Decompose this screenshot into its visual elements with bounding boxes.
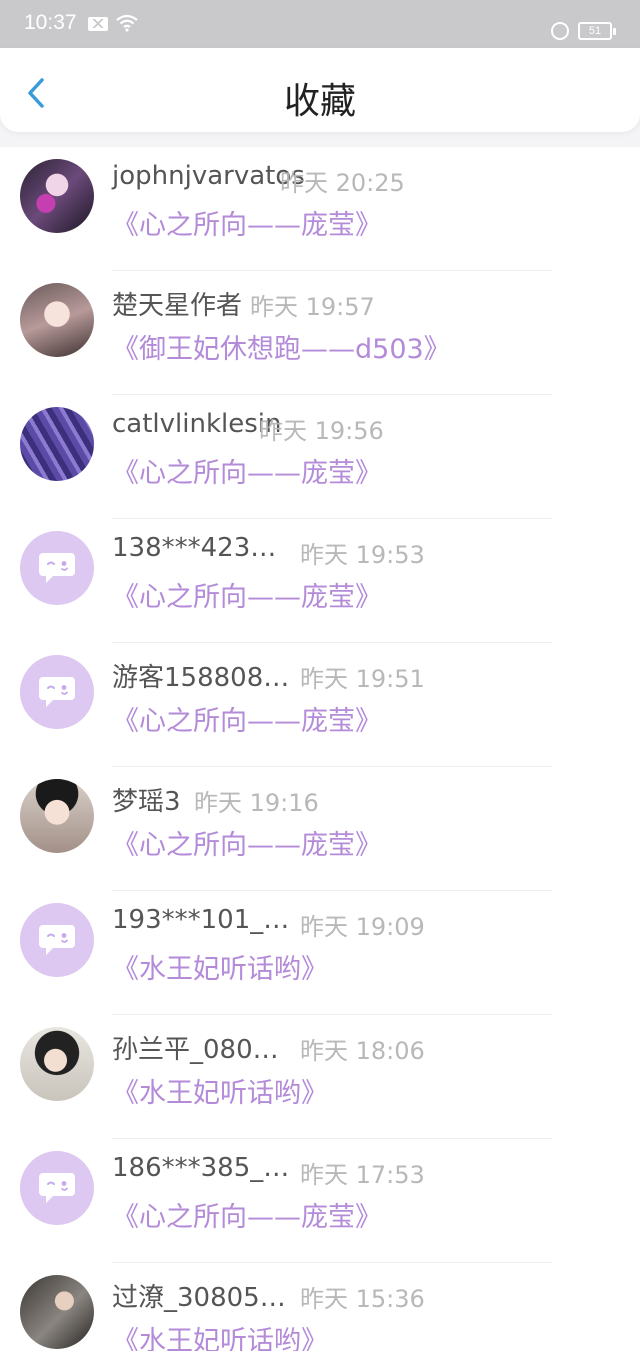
default-avatar <box>20 1151 94 1225</box>
status-bar: 10:37 51 <box>0 0 640 48</box>
status-time: 10:37 <box>24 11 77 34</box>
timestamp: 昨天 19:09 <box>300 913 425 941</box>
default-avatar <box>20 655 94 729</box>
book-title-link[interactable]: 《心之所向——庞莹》 <box>112 699 382 738</box>
user-name: jophnjvarvatos <box>112 161 305 191</box>
timestamp: 昨天 19:53 <box>300 541 425 569</box>
timestamp: 昨天 19:16 <box>194 789 319 817</box>
timestamp: 昨天 18:06 <box>300 1037 425 1065</box>
timestamp: 昨天 19:56 <box>259 417 384 445</box>
timestamp: 昨天 15:36 <box>300 1285 425 1313</box>
list-item[interactable]: catlvlinklesin 昨天 19:56 《心之所向——庞莹》 <box>0 395 640 519</box>
mail-icon <box>88 17 108 31</box>
chat-bubble-icon <box>39 553 75 583</box>
list-item[interactable]: 193***101_… 昨天 19:09 《水王妃听话哟》 <box>0 891 640 1015</box>
chat-bubble-icon <box>39 925 75 955</box>
user-name: 楚天星作者 <box>112 291 243 321</box>
book-title-link[interactable]: 《水王妃听话哟》 <box>112 1319 328 1351</box>
avatar <box>20 1275 94 1349</box>
default-avatar <box>20 531 94 605</box>
user-name: 孙兰平_080… <box>112 1035 279 1065</box>
user-name: 193***101_… <box>112 905 290 935</box>
user-name: 过潦_30805… <box>112 1283 286 1313</box>
book-title-link[interactable]: 《水王妃听话哟》 <box>112 1071 328 1110</box>
battery-icon: 51 <box>578 22 616 40</box>
chat-bubble-icon <box>39 1173 75 1203</box>
timestamp: 昨天 19:51 <box>300 665 425 693</box>
list-item[interactable]: 梦瑶3 昨天 19:16 《心之所向——庞莹》 <box>0 767 640 891</box>
avatar <box>20 779 94 853</box>
header-bar: 收藏 <box>0 48 640 132</box>
default-avatar <box>20 903 94 977</box>
user-name: catlvlinklesin <box>112 409 282 439</box>
list-item[interactable]: 186***385_… 昨天 17:53 《心之所向——庞莹》 <box>0 1139 640 1263</box>
lock-rotation-icon <box>551 22 569 40</box>
list-item[interactable]: 过潦_30805… 昨天 15:36 《水王妃听话哟》 <box>0 1263 640 1351</box>
timestamp: 昨天 19:57 <box>250 293 375 321</box>
list-item[interactable]: 游客158808… 昨天 19:51 《心之所向——庞莹》 <box>0 643 640 767</box>
favorites-list: jophnjvarvatos 昨天 20:25 《心之所向——庞莹》 楚天星作者 昨天 … <box>0 147 640 1351</box>
user-name: 138***423… <box>112 533 277 563</box>
user-name: 游客158808… <box>112 663 290 693</box>
book-title-link[interactable]: 《心之所向——庞莹》 <box>112 1195 382 1234</box>
list-item[interactable]: jophnjvarvatos 昨天 20:25 《心之所向——庞莹》 <box>0 147 640 271</box>
wifi-icon <box>116 14 138 32</box>
avatar <box>20 407 94 481</box>
list-item[interactable]: 138***423… 昨天 19:53 《心之所向——庞莹》 <box>0 519 640 643</box>
avatar <box>20 159 94 233</box>
list-item[interactable]: 孙兰平_080… 昨天 18:06 《水王妃听话哟》 <box>0 1015 640 1139</box>
book-title-link[interactable]: 《心之所向——庞莹》 <box>112 823 382 862</box>
timestamp: 昨天 17:53 <box>300 1161 425 1189</box>
chat-bubble-icon <box>39 677 75 707</box>
list-item[interactable]: 楚天星作者 昨天 19:57 《御王妃休想跑——d503》 <box>0 271 640 395</box>
book-title-link[interactable]: 《御王妃休想跑——d503》 <box>112 327 451 366</box>
book-title-link[interactable]: 《心之所向——庞莹》 <box>112 451 382 490</box>
avatar <box>20 283 94 357</box>
page-title: 收藏 <box>283 81 356 122</box>
avatar <box>20 1027 94 1101</box>
book-title-link[interactable]: 《心之所向——庞莹》 <box>112 575 382 614</box>
book-title-link[interactable]: 《心之所向——庞莹》 <box>112 203 382 242</box>
book-title-link[interactable]: 《水王妃听话哟》 <box>112 947 328 986</box>
timestamp: 昨天 20:25 <box>280 169 405 197</box>
user-name: 梦瑶3 <box>112 787 181 817</box>
user-name: 186***385_… <box>112 1153 290 1183</box>
